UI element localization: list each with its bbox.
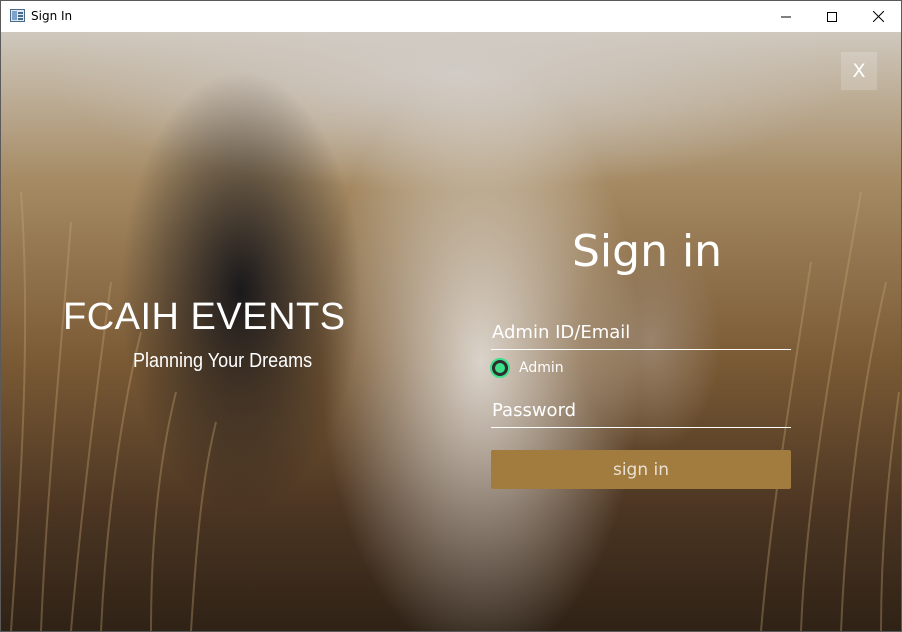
app-icon — [10, 9, 25, 22]
maximize-button[interactable] — [809, 1, 855, 32]
sign-in-button[interactable]: sign in — [491, 450, 791, 489]
password-field — [491, 393, 791, 428]
minimize-button[interactable] — [763, 1, 809, 32]
radio-selected-dot — [495, 363, 505, 373]
close-button[interactable] — [855, 1, 901, 32]
brand-tagline: Planning Your Dreams — [133, 350, 313, 372]
sign-in-window: Sign In X FCAIH EVENTS Planning Your Dre… — [0, 0, 902, 632]
password-input[interactable] — [491, 393, 791, 427]
title-bar: Sign In — [1, 1, 901, 32]
minimize-icon — [781, 16, 791, 17]
admin-radio-option[interactable]: Admin — [490, 358, 564, 378]
close-overlay-button[interactable]: X — [841, 52, 877, 90]
maximize-icon — [827, 11, 837, 22]
background-photo: X FCAIH EVENTS Planning Your Dreams Sign… — [1, 32, 901, 631]
admin-radio[interactable] — [490, 358, 510, 378]
admin-id-field — [491, 315, 791, 350]
admin-radio-label: Admin — [519, 360, 564, 376]
close-icon — [872, 11, 884, 22]
brand-name: FCAIH EVENTS — [63, 296, 346, 338]
window-title: Sign In — [31, 9, 73, 23]
admin-id-input[interactable] — [491, 315, 791, 349]
form-title: Sign in — [572, 226, 723, 277]
